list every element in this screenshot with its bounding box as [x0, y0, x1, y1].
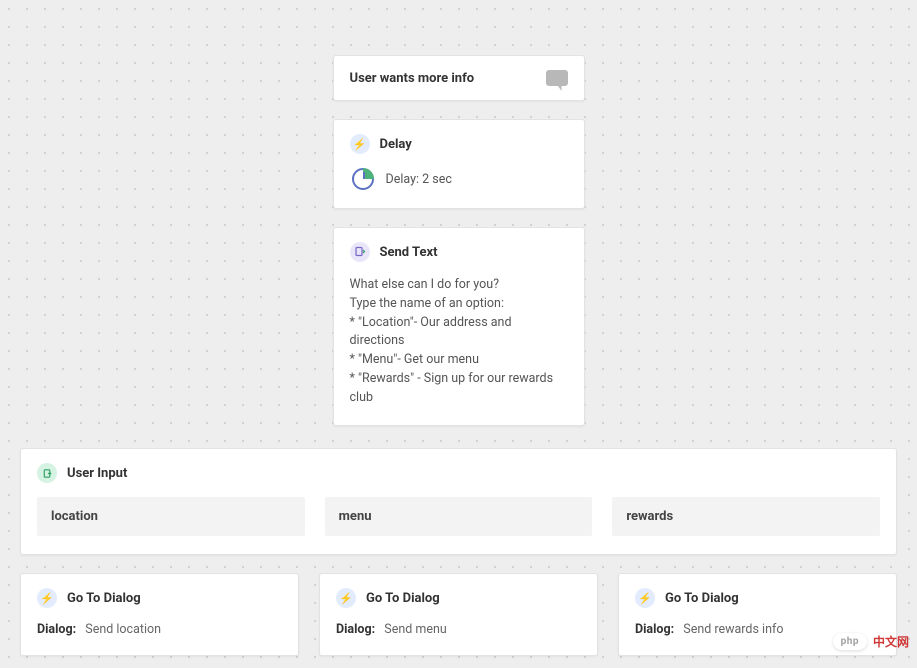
send-text-header: Send Text [350, 242, 568, 262]
send-text-line: * "Rewards" - Sign up for our rewards cl… [350, 370, 568, 408]
send-text-icon [350, 242, 370, 262]
user-input-header: User Input [37, 463, 880, 483]
delay-header: ⚡ Delay [350, 134, 568, 154]
bolt-icon: ⚡ [350, 134, 370, 154]
user-input-card[interactable]: User Input location menu rewards [20, 448, 897, 555]
goto-title: Go To Dialog [67, 591, 141, 606]
send-text-body: What else can I do for you? Type the nam… [350, 276, 568, 407]
goto-title: Go To Dialog [366, 591, 440, 606]
bolt-icon: ⚡ [37, 588, 57, 608]
goto-body: Dialog: Send location [37, 622, 282, 637]
branch-row: ⚡ Go To Dialog Dialog: Send location ⚡ G… [20, 573, 897, 656]
watermark-badge: php [833, 633, 867, 650]
send-text-title: Send Text [380, 245, 438, 260]
trigger-title: User wants more info [350, 71, 475, 86]
send-text-line: * "Location"- Our address and directions [350, 314, 568, 352]
user-input-icon [37, 463, 57, 483]
goto-header: ⚡ Go To Dialog [37, 588, 282, 608]
user-input-option-menu[interactable]: menu [325, 497, 593, 536]
trigger-card[interactable]: User wants more info [333, 55, 585, 101]
chat-icon [546, 70, 568, 86]
goto-body: Dialog: Send menu [336, 622, 581, 637]
bolt-icon: ⚡ [336, 588, 356, 608]
goto-dialog-card[interactable]: ⚡ Go To Dialog Dialog: Send location [20, 573, 299, 656]
goto-target: Send location [85, 622, 161, 637]
goto-label: Dialog: [336, 622, 375, 637]
watermark: php 中文网 [833, 633, 909, 650]
bolt-icon: ⚡ [635, 588, 655, 608]
clock-icon [352, 168, 374, 190]
flow-canvas[interactable]: User wants more info ⚡ Delay Delay: 2 se… [0, 0, 917, 668]
goto-target: Send rewards info [683, 622, 783, 637]
send-text-card[interactable]: Send Text What else can I do for you? Ty… [333, 227, 585, 426]
goto-label: Dialog: [37, 622, 76, 637]
delay-value: Delay: 2 sec [386, 172, 452, 187]
goto-header: ⚡ Go To Dialog [336, 588, 581, 608]
watermark-text: 中文网 [873, 633, 909, 650]
user-input-option-location[interactable]: location [37, 497, 305, 536]
delay-card[interactable]: ⚡ Delay Delay: 2 sec [333, 119, 585, 209]
goto-dialog-card[interactable]: ⚡ Go To Dialog Dialog: Send menu [319, 573, 598, 656]
goto-label: Dialog: [635, 622, 674, 637]
user-input-option-rewards[interactable]: rewards [612, 497, 880, 536]
send-text-line: What else can I do for you? [350, 276, 568, 295]
delay-title: Delay [380, 137, 412, 152]
user-input-title: User Input [67, 466, 127, 481]
goto-title: Go To Dialog [665, 591, 739, 606]
goto-header: ⚡ Go To Dialog [635, 588, 880, 608]
user-input-options: location menu rewards [37, 497, 880, 536]
send-text-line: Type the name of an option: [350, 295, 568, 314]
delay-body: Delay: 2 sec [350, 168, 568, 190]
goto-target: Send menu [384, 622, 447, 637]
send-text-line: * "Menu"- Get our menu [350, 351, 568, 370]
